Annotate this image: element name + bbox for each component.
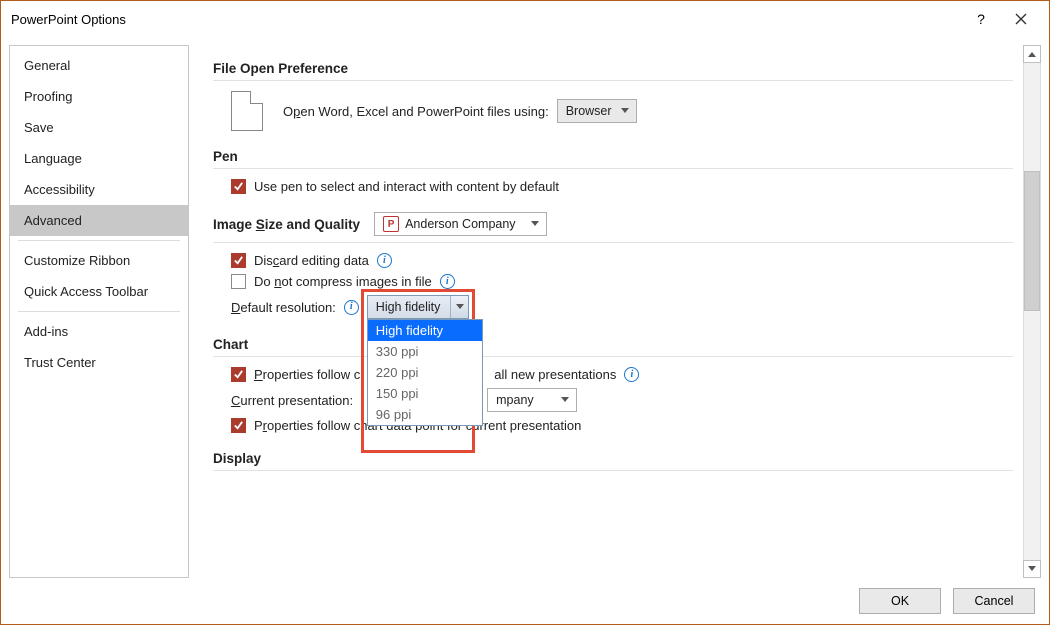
info-icon[interactable] bbox=[377, 253, 392, 268]
sidebar-item-proofing[interactable]: Proofing bbox=[10, 81, 188, 112]
close-icon[interactable] bbox=[1001, 1, 1041, 37]
chevron-down-icon[interactable] bbox=[450, 296, 468, 318]
resolution-option[interactable]: 96 ppi bbox=[368, 404, 482, 425]
file-open-dropdown[interactable]: Browser bbox=[557, 99, 637, 123]
titlebar: PowerPoint Options ? bbox=[1, 1, 1049, 37]
resolution-option[interactable]: 330 ppi bbox=[368, 341, 482, 362]
current-presentation-dropdown[interactable]: mpany bbox=[487, 388, 577, 412]
resolution-option[interactable]: 150 ppi bbox=[368, 383, 482, 404]
sidebar-item-accessibility[interactable]: Accessibility bbox=[10, 174, 188, 205]
section-file-open: File Open Preference bbox=[213, 61, 1013, 76]
file-open-label: Open Word, Excel and PowerPoint files us… bbox=[283, 104, 549, 119]
help-icon[interactable]: ? bbox=[961, 1, 1001, 37]
cancel-button[interactable]: Cancel bbox=[953, 588, 1035, 614]
chart-props-all-label: Properties follow c bbox=[254, 367, 360, 382]
vertical-scrollbar[interactable] bbox=[1023, 45, 1041, 578]
default-resolution-listbox[interactable]: High fidelity330 ppi220 ppi150 ppi96 ppi bbox=[367, 319, 483, 426]
chart-props-all-row: Properties follow c all new presentation… bbox=[231, 367, 1013, 382]
window-title: PowerPoint Options bbox=[11, 12, 126, 27]
resolution-option[interactable]: 220 ppi bbox=[368, 362, 482, 383]
pen-use-checkbox[interactable] bbox=[231, 179, 246, 194]
discard-editing-checkbox[interactable] bbox=[231, 253, 246, 268]
scroll-down-icon[interactable] bbox=[1023, 560, 1041, 578]
chart-props-all-checkbox[interactable] bbox=[231, 367, 246, 382]
current-presentation-label: Current presentation: bbox=[231, 393, 353, 408]
chart-props-current-checkbox[interactable] bbox=[231, 418, 246, 433]
default-resolution-dropdown[interactable]: High fidelity bbox=[367, 295, 470, 319]
ok-button[interactable]: OK bbox=[859, 588, 941, 614]
chevron-down-icon bbox=[528, 220, 542, 228]
discard-editing-label: Discard editing data bbox=[254, 253, 369, 268]
scroll-thumb[interactable] bbox=[1024, 171, 1040, 311]
current-presentation-row: Current presentation: mpany bbox=[231, 388, 1013, 412]
no-compress-label: Do not compress images in file bbox=[254, 274, 432, 289]
section-pen: Pen bbox=[213, 149, 1013, 164]
default-resolution-label: Default resolution: bbox=[231, 300, 336, 315]
sidebar-item-add-ins[interactable]: Add-ins bbox=[10, 316, 188, 347]
pen-use-row: Use pen to select and interact with cont… bbox=[231, 179, 1013, 194]
info-icon[interactable] bbox=[344, 300, 359, 315]
file-open-row: Open Word, Excel and PowerPoint files us… bbox=[231, 91, 1013, 131]
sidebar-item-save[interactable]: Save bbox=[10, 112, 188, 143]
chevron-down-icon bbox=[558, 396, 572, 404]
sidebar-item-trust-center[interactable]: Trust Center bbox=[10, 347, 188, 378]
info-icon[interactable] bbox=[624, 367, 639, 382]
sidebar-item-language[interactable]: Language bbox=[10, 143, 188, 174]
default-resolution-row: Default resolution: High fidelity High f… bbox=[231, 295, 1013, 319]
document-icon bbox=[231, 91, 263, 131]
sidebar-item-customize-ribbon[interactable]: Customize Ribbon bbox=[10, 245, 188, 276]
no-compress-checkbox[interactable] bbox=[231, 274, 246, 289]
section-chart: Chart bbox=[213, 337, 1013, 352]
section-image: Image Size and Quality bbox=[213, 217, 360, 232]
powerpoint-icon: P bbox=[383, 216, 399, 232]
pen-use-label: Use pen to select and interact with cont… bbox=[254, 179, 559, 194]
discard-editing-row: Discard editing data bbox=[231, 253, 1013, 268]
sidebar-item-advanced[interactable]: Advanced bbox=[10, 205, 188, 236]
sidebar-item-general[interactable]: General bbox=[10, 50, 188, 81]
options-dialog: PowerPoint Options ? GeneralProofingSave… bbox=[0, 0, 1050, 625]
no-compress-row: Do not compress images in file bbox=[231, 274, 1013, 289]
sidebar-item-quick-access-toolbar[interactable]: Quick Access Toolbar bbox=[10, 276, 188, 307]
resolution-option[interactable]: High fidelity bbox=[368, 320, 482, 341]
image-doc-dropdown[interactable]: P Anderson Company bbox=[374, 212, 546, 236]
sidebar: GeneralProofingSaveLanguageAccessibility… bbox=[9, 45, 189, 578]
dialog-footer: OK Cancel bbox=[1, 578, 1049, 624]
scroll-up-icon[interactable] bbox=[1023, 45, 1041, 63]
info-icon[interactable] bbox=[440, 274, 455, 289]
section-display: Display bbox=[213, 451, 1013, 466]
chevron-down-icon bbox=[618, 107, 632, 115]
chart-props-current-row: Properties follow chart data point for c… bbox=[231, 418, 1013, 433]
content-pane: File Open Preference Open Word, Excel an… bbox=[203, 45, 1019, 578]
